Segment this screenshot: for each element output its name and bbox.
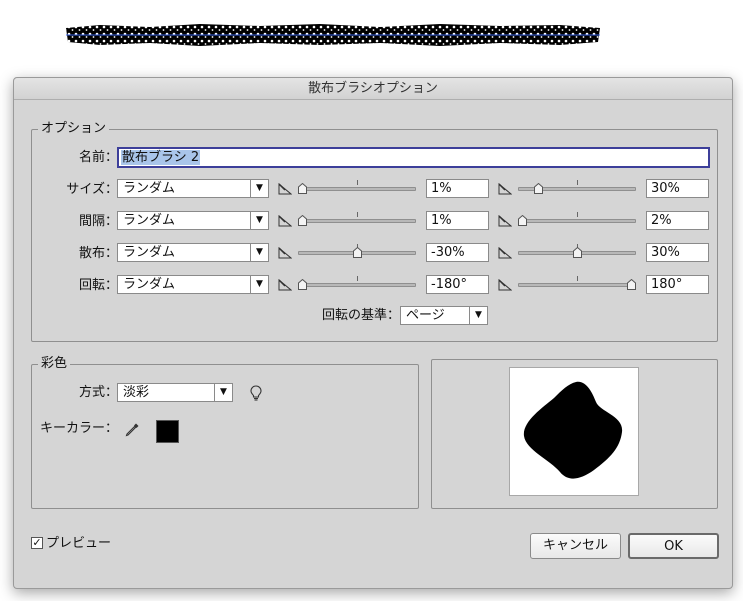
dialog-title: 散布ブラシオプション [14, 78, 732, 100]
rotation-base-label: 回転の基準： [321, 308, 400, 323]
min-slider-thumb[interactable] [352, 247, 362, 258]
method-select[interactable]: 淡彩 ▼ [117, 383, 233, 402]
mode-select[interactable]: ランダム ▼ [117, 243, 269, 262]
max-slider-thumb[interactable] [518, 215, 527, 226]
slider-range-icon [278, 247, 292, 259]
min-slider-track[interactable] [298, 187, 416, 191]
slider-center-tick [357, 276, 358, 281]
chevron-down-icon: ▼ [250, 180, 268, 197]
min-slider-thumb[interactable] [298, 215, 307, 226]
name-label: 名前： [78, 150, 118, 165]
max-value-field[interactable]: 2% [646, 211, 709, 230]
min-slider-thumb[interactable] [298, 183, 307, 194]
slider-center-tick [357, 180, 358, 185]
slider-center-tick [577, 212, 578, 217]
brush-preview [509, 367, 639, 496]
cancel-button[interactable]: キャンセル [530, 533, 621, 559]
chevron-down-icon: ▼ [250, 276, 268, 293]
mode-value: ランダム [123, 181, 176, 196]
brush-stroke [66, 24, 600, 46]
scatter-brush-options-dialog: 散布ブラシオプション オプション 名前： 散布ブラシ 2 回転の基準： ページ … [13, 77, 733, 589]
slider-range-icon [278, 215, 292, 227]
preview-checkbox[interactable]: ✓ [31, 537, 43, 549]
key-color-swatch[interactable] [156, 420, 179, 443]
max-slider-track[interactable] [518, 283, 636, 287]
min-value-field[interactable]: -30% [426, 243, 489, 262]
slider-range-icon [498, 183, 512, 195]
rotation-base-select[interactable]: ページ ▼ [400, 306, 488, 325]
slider-range-icon [278, 279, 292, 291]
chevron-down-icon: ▼ [250, 212, 268, 229]
method-label: 方式： [78, 385, 118, 400]
chevron-down-icon: ▼ [469, 307, 487, 324]
mode-select[interactable]: ランダム ▼ [117, 275, 269, 294]
preview-label: プレビュー [46, 536, 112, 551]
slider-range-icon [498, 215, 512, 227]
canvas-area [0, 0, 743, 72]
min-slider-thumb[interactable] [298, 279, 307, 290]
min-value-field[interactable]: 1% [426, 179, 489, 198]
min-slider-track[interactable] [298, 219, 416, 223]
max-value-field[interactable]: 180° [646, 275, 709, 294]
row-label: 間隔： [78, 214, 118, 229]
row-label: 回転： [78, 278, 118, 293]
mode-select[interactable]: ランダム ▼ [117, 179, 269, 198]
color-group-label: 彩色 [38, 356, 71, 372]
slider-center-tick [357, 212, 358, 217]
max-slider-thumb[interactable] [627, 279, 636, 290]
row-label: 散布： [78, 246, 118, 261]
min-value-field[interactable]: 1% [426, 211, 489, 230]
max-value-field[interactable]: 30% [646, 243, 709, 262]
rotation-base-value: ページ [406, 308, 445, 323]
mode-value: ランダム [123, 277, 176, 292]
mode-value: ランダム [123, 245, 176, 260]
mode-select[interactable]: ランダム ▼ [117, 211, 269, 230]
max-value-field[interactable]: 30% [646, 179, 709, 198]
max-slider-track[interactable] [518, 219, 636, 223]
min-value-field[interactable]: -180° [426, 275, 489, 294]
method-value: 淡彩 [123, 385, 150, 400]
slider-range-icon [498, 279, 512, 291]
mode-value: ランダム [123, 213, 176, 228]
min-slider-track[interactable] [298, 283, 416, 287]
eyedropper-icon[interactable] [124, 422, 140, 438]
max-slider-thumb[interactable] [534, 183, 544, 194]
slider-range-icon [278, 183, 292, 195]
slider-range-icon [498, 247, 512, 259]
chevron-down-icon: ▼ [214, 384, 232, 401]
name-field[interactable]: 散布ブラシ 2 [117, 147, 710, 168]
lightbulb-icon[interactable] [250, 385, 262, 401]
chevron-down-icon: ▼ [250, 244, 268, 261]
row-label: サイズ： [66, 182, 118, 197]
brush-shape-preview [523, 381, 623, 479]
ok-button[interactable]: OK [628, 533, 719, 559]
slider-center-tick [577, 276, 578, 281]
options-group-label: オプション [38, 121, 110, 137]
key-color-label: キーカラー： [39, 421, 118, 436]
max-slider-thumb[interactable] [572, 247, 582, 258]
slider-center-tick [577, 180, 578, 185]
